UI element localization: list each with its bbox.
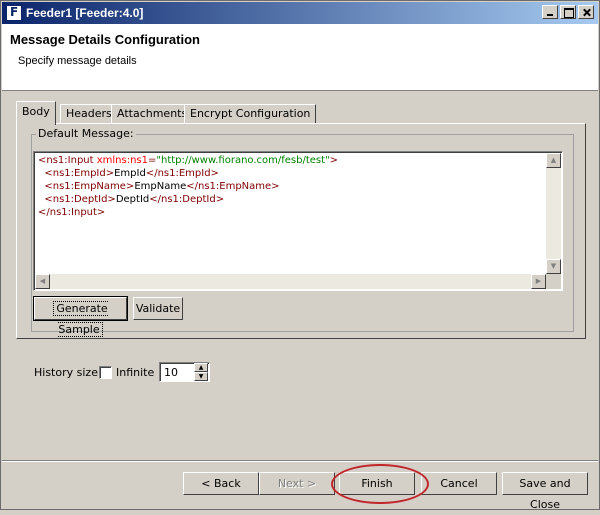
history-size-spinner[interactable]: 10 ▲ ▼ xyxy=(159,362,210,382)
default-message-group: Default Message: <ns1:Input xmlns:ns1="h… xyxy=(31,127,574,337)
xml-t2: </ns1:DeptId> xyxy=(149,194,225,205)
scroll-up-icon[interactable]: ▲ xyxy=(546,153,561,168)
xml-line: </ns1:Input> xyxy=(38,206,338,219)
page-subtitle: Specify message details xyxy=(18,55,137,67)
maximize-icon[interactable] xyxy=(560,5,576,19)
page-title: Message Details Configuration xyxy=(10,32,200,47)
app-icon xyxy=(6,5,22,21)
spin-down-icon[interactable]: ▼ xyxy=(194,372,208,381)
spin-up-icon[interactable]: ▲ xyxy=(194,363,208,372)
xml-line: <ns1:EmpId>EmpId</ns1:EmpId> xyxy=(38,167,338,180)
xml-line: <ns1:EmpName>EmpName</ns1:EmpName> xyxy=(38,180,338,193)
scroll-down-icon[interactable]: ▼ xyxy=(546,259,561,274)
horizontal-scrollbar[interactable]: ◀ ▶ xyxy=(35,274,546,289)
xml-t1: <ns1:EmpName> xyxy=(44,181,135,192)
xml-text: DeptId xyxy=(115,194,150,205)
xml-line: <ns1:DeptId>DeptId</ns1:DeptId> xyxy=(38,193,338,206)
save-and-close-button[interactable]: Save and Close xyxy=(502,472,588,511)
generate-sample-button[interactable]: Generate Sample xyxy=(33,296,128,337)
tab-headers[interactable]: Headers xyxy=(60,104,118,124)
close-icon[interactable] xyxy=(578,5,594,19)
xml-code[interactable]: <ns1:Input xmlns:ns1="http://www.fiorano… xyxy=(38,154,338,219)
header-panel: Message Details Configuration Specify me… xyxy=(2,24,598,91)
xml-t1: <ns1:Input xyxy=(38,155,97,166)
xml-t1: <ns1:EmpId> xyxy=(44,168,115,179)
finish-button[interactable]: Finish xyxy=(339,472,415,495)
wizard-window: Feeder1 [Feeder:4.0] Message Details Con… xyxy=(0,0,600,511)
scroll-right-icon[interactable]: ▶ xyxy=(531,274,546,289)
validate-button[interactable]: Validate xyxy=(133,297,183,320)
title-bar[interactable]: Feeder1 [Feeder:4.0] xyxy=(2,2,598,24)
generate-sample-label: Generate Sample xyxy=(53,301,108,337)
message-editor[interactable]: <ns1:Input xmlns:ns1="http://www.fiorano… xyxy=(33,151,563,291)
vertical-scrollbar[interactable]: ▲ ▼ xyxy=(546,153,561,274)
footer-separator xyxy=(2,460,598,462)
history-size-value[interactable]: 10 xyxy=(164,366,178,379)
xml-t2: > xyxy=(329,155,339,166)
history-size-label: History size: xyxy=(34,366,102,379)
xml-text: EmpName xyxy=(134,181,187,192)
xml-line: <ns1:Input xmlns:ns1="http://www.fiorano… xyxy=(38,154,338,167)
tab-encrypt-configuration[interactable]: Encrypt Configuration xyxy=(184,104,317,124)
back-button[interactable]: < Back xyxy=(183,472,259,495)
default-message-label: Default Message: xyxy=(36,127,136,140)
tab-body[interactable]: Body xyxy=(16,101,56,125)
minimize-icon[interactable] xyxy=(542,5,558,19)
cancel-button[interactable]: Cancel xyxy=(421,472,497,495)
scroll-corner xyxy=(546,274,561,289)
xml-t1: </ns1:Input> xyxy=(38,207,106,218)
body-tab-panel: Default Message: <ns1:Input xmlns:ns1="h… xyxy=(16,123,586,339)
infinite-checkbox[interactable] xyxy=(99,366,112,379)
infinite-label: Infinite xyxy=(116,366,155,379)
tab-attachments[interactable]: Attachments xyxy=(111,104,194,124)
xml-t1: <ns1:DeptId> xyxy=(44,194,116,205)
scroll-left-icon[interactable]: ◀ xyxy=(35,274,50,289)
xml-text: EmpId xyxy=(114,168,146,179)
xml-attr: xmlns:ns1 xyxy=(96,155,148,166)
xml-t2: </ns1:EmpId> xyxy=(145,168,219,179)
next-button[interactable]: Next > xyxy=(259,472,335,495)
window-title: Feeder1 [Feeder:4.0] xyxy=(26,6,144,20)
xml-t2: </ns1:EmpName> xyxy=(186,181,280,192)
xml-val: "http://www.fiorano.com/fesb/test" xyxy=(156,155,330,166)
